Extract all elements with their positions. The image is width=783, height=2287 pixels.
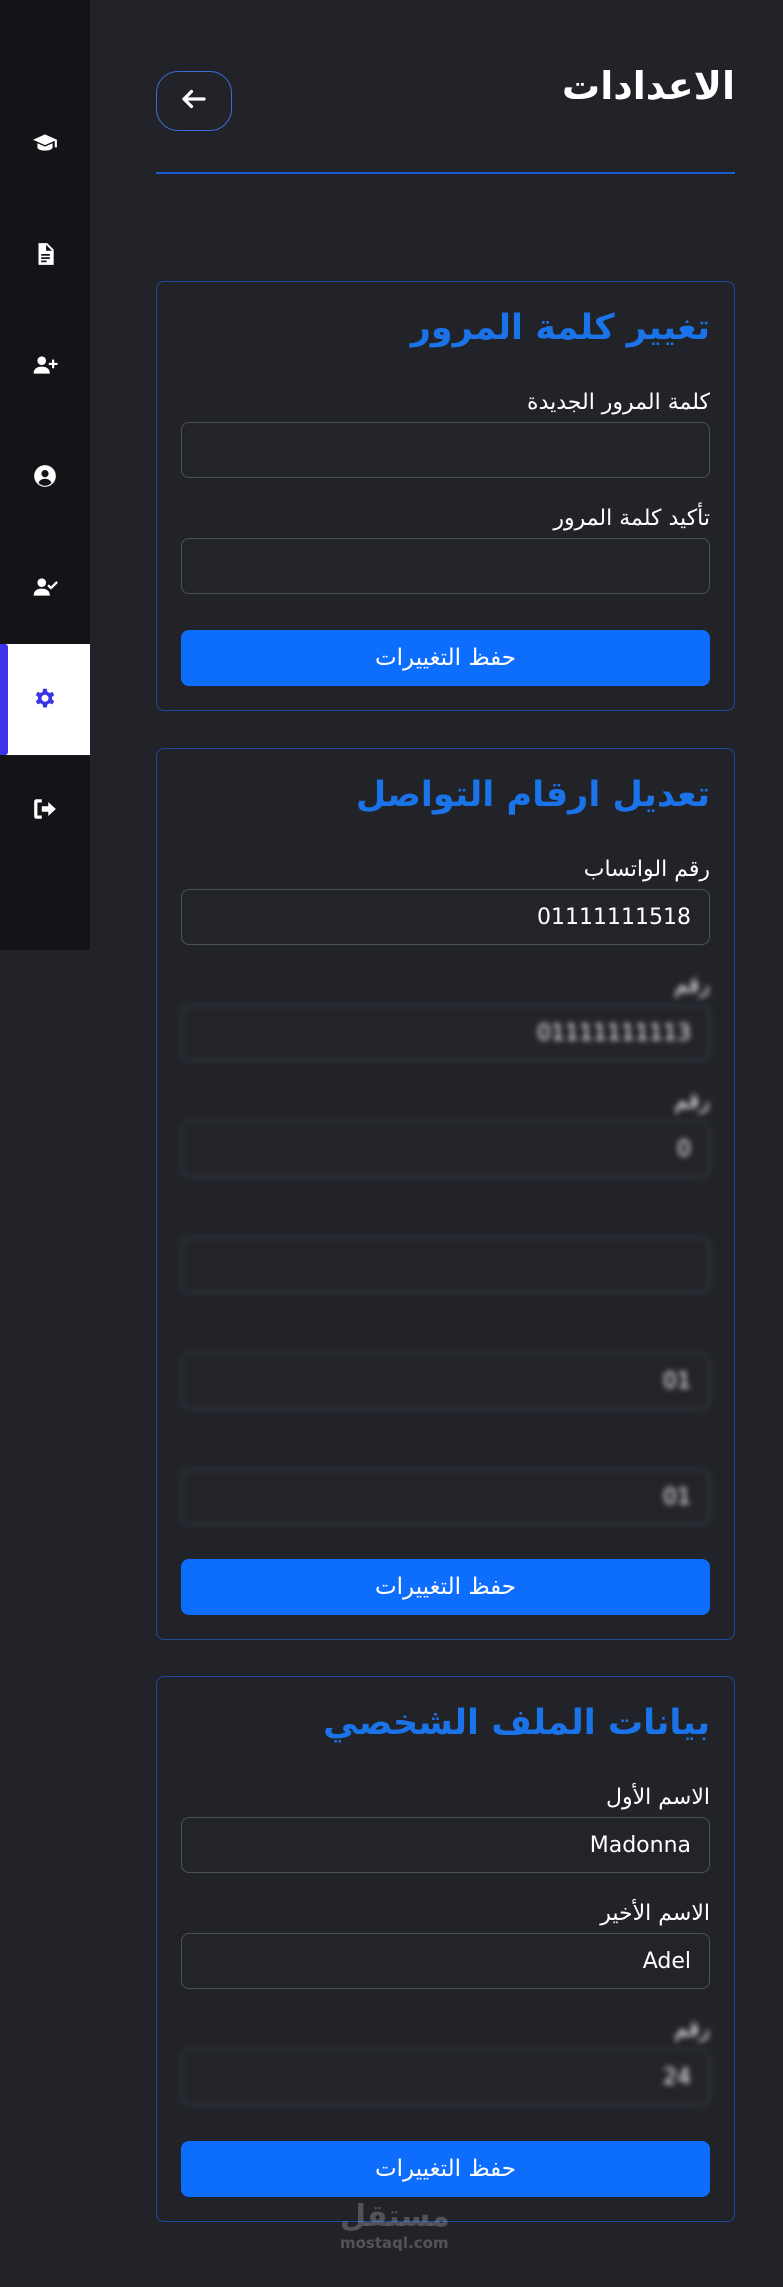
first-name-label: الاسم الأول [606, 1785, 710, 1810]
phone-input[interactable] [181, 2049, 710, 2105]
gear-icon [32, 685, 58, 715]
sidebar-item-logout[interactable] [0, 755, 90, 866]
last-name-input[interactable] [181, 1933, 710, 1989]
mostaql-watermark: مستقل mostaql.com [340, 2199, 450, 2253]
save-profile-button[interactable]: حفظ التغييرات [181, 2141, 710, 2197]
phone-label: رقم [674, 2017, 710, 2042]
profile-card: بيانات الملف الشخصي الاسم الأول الاسم ال… [156, 1676, 735, 2222]
save-contacts-button[interactable]: حفظ التغييرات [181, 1559, 710, 1615]
contact-numbers-card: تعديل ارقام التواصل رقم الواتساب رقم رقم… [156, 748, 735, 1640]
contact-number-2-label: رقم [674, 973, 710, 998]
document-icon [32, 241, 58, 271]
sidebar-item-documents[interactable] [0, 200, 90, 311]
whatsapp-number-label: رقم الواتساب [583, 857, 710, 882]
contact-number-5-input[interactable] [181, 1353, 710, 1409]
user-plus-icon [32, 352, 58, 382]
sidebar-item-courses[interactable] [0, 89, 90, 200]
sidebar-item-add-user[interactable] [0, 311, 90, 422]
contact-number-3-label: رقم [674, 1089, 710, 1114]
card-title: تعديل ارقام التواصل [355, 775, 710, 815]
first-name-input[interactable] [181, 1817, 710, 1873]
password-card: تغيير كلمة المرور كلمة المرور الجديدة تأ… [156, 281, 735, 711]
whatsapp-number-input[interactable] [181, 889, 710, 945]
user-circle-icon [32, 463, 58, 493]
card-title: تغيير كلمة المرور [410, 308, 710, 348]
page-title: الاعدادات [562, 64, 735, 108]
last-name-label: الاسم الأخير [600, 1901, 710, 1926]
contact-number-2-input[interactable] [181, 1005, 710, 1061]
back-button[interactable] [156, 71, 232, 131]
new-password-input[interactable] [181, 422, 710, 478]
header-divider [156, 172, 735, 174]
new-password-label: كلمة المرور الجديدة [527, 390, 710, 415]
contact-number-3-input[interactable] [181, 1121, 710, 1177]
save-password-button[interactable]: حفظ التغييرات [181, 630, 710, 686]
sidebar-item-approved-users[interactable] [0, 533, 90, 644]
graduation-cap-icon [32, 130, 58, 160]
user-check-icon [32, 574, 58, 604]
sidebar-item-settings[interactable] [0, 644, 90, 755]
watermark-arabic: مستقل [340, 2199, 450, 2234]
sign-out-icon [32, 796, 58, 826]
confirm-password-input[interactable] [181, 538, 710, 594]
card-title: بيانات الملف الشخصي [323, 1703, 710, 1743]
watermark-latin: mostaql.com [340, 2234, 449, 2252]
arrow-left-icon [179, 84, 209, 118]
confirm-password-label: تأكيد كلمة المرور [553, 506, 710, 531]
sidebar [0, 0, 90, 950]
contact-number-4-input[interactable] [181, 1237, 710, 1293]
contact-number-6-input[interactable] [181, 1469, 710, 1525]
sidebar-item-profile[interactable] [0, 422, 90, 533]
